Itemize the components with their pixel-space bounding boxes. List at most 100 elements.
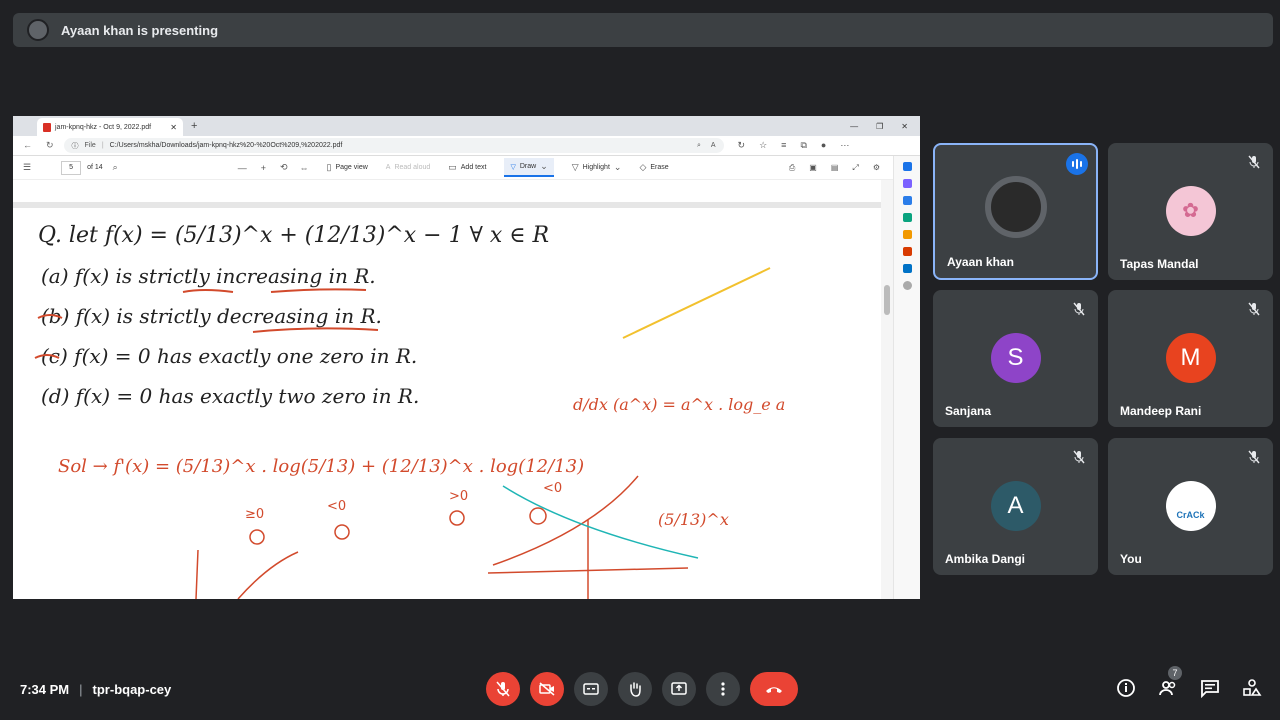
participant-name: Ayaan khan xyxy=(947,255,1014,269)
add-text-button[interactable]: ▭ Add text xyxy=(448,162,486,173)
avatar: ✿ xyxy=(1165,185,1216,236)
leave-call-button[interactable] xyxy=(750,672,798,706)
people-button[interactable]: 7 xyxy=(1158,666,1182,698)
read-aloud-button[interactable]: A Read aloud xyxy=(386,164,430,171)
url-field[interactable]: ⓘ File | C:/Users/mskha/Downloads/jam-kp… xyxy=(63,138,724,153)
save-as-icon[interactable]: ▤ xyxy=(831,163,839,173)
pdf-scrollbar[interactable] xyxy=(881,180,893,599)
page-number-input[interactable]: 5 xyxy=(61,160,82,175)
underline-strictly xyxy=(182,289,234,293)
read-aloud-icon: A xyxy=(385,164,391,171)
scrollbar-thumb[interactable] xyxy=(884,285,890,315)
copilot-icon[interactable] xyxy=(902,179,912,188)
outlook-icon[interactable] xyxy=(902,264,912,273)
rotate-icon[interactable]: ⟲ xyxy=(280,162,288,173)
participant-tile[interactable]: S Sanjana xyxy=(933,290,1098,427)
presenter-avatar xyxy=(27,19,49,41)
participant-tile[interactable]: ✿ Tapas Mandal xyxy=(1108,143,1273,280)
participant-name: Ambika Dangi xyxy=(945,552,1026,566)
minimize-icon[interactable]: — xyxy=(850,122,858,131)
browser-tab[interactable]: jam-kpnq-hkz - Oct 9, 2022.pdf ✕ xyxy=(37,118,183,136)
mic-off-icon xyxy=(1245,300,1263,318)
office-icon[interactable] xyxy=(902,247,912,256)
pdf-toolbar: ☰ 5 of 14 ⌕ — + ⟲ ⇔ ▯ Page view A Read alo… xyxy=(13,156,920,180)
more-options-button[interactable] xyxy=(706,672,740,706)
search-icon[interactable] xyxy=(902,162,912,171)
text-icon: ▭ xyxy=(448,162,457,172)
participant-name: You xyxy=(1120,552,1142,566)
mic-off-icon xyxy=(1245,448,1263,466)
fit-icon[interactable]: ⇔ xyxy=(300,163,309,173)
option-c: (c) f(x) = 0 has exactly one zero in R. xyxy=(41,344,417,368)
save-icon[interactable]: ▣ xyxy=(809,163,817,173)
info-icon xyxy=(1117,679,1135,697)
back-icon[interactable]: ← xyxy=(23,140,32,151)
participant-tile[interactable]: M Mandeep Rani xyxy=(1108,290,1273,427)
settings-icon[interactable]: ⚙ xyxy=(873,163,880,173)
contents-icon[interactable]: ☰ xyxy=(23,162,31,173)
favorites-icon[interactable]: ≡ xyxy=(781,140,786,151)
participant-tile[interactable]: CrACk You xyxy=(1108,438,1273,575)
derivative-rule: d/dx (a^x) = a^x . log_e a xyxy=(573,395,785,414)
tools-icon[interactable] xyxy=(902,213,912,222)
partial-sketch xyxy=(195,549,299,599)
presenter-text: Ayaan khan is presenting xyxy=(61,22,219,38)
sign-4: <0 xyxy=(543,481,562,496)
pen-icon: ▽ xyxy=(510,163,516,171)
print-icon[interactable]: ⎙ xyxy=(789,163,795,173)
participant-tile[interactable]: Ayaan khan xyxy=(933,143,1098,280)
collections-icon[interactable]: ⧉ xyxy=(800,140,806,151)
close-tab-icon[interactable]: ✕ xyxy=(170,123,177,132)
url-prefix: File xyxy=(84,142,96,149)
underline-decreasing xyxy=(252,327,379,333)
plus-circle xyxy=(249,529,265,545)
captions-button[interactable] xyxy=(574,672,608,706)
games-icon[interactable] xyxy=(902,230,912,239)
profile-icon[interactable]: ● xyxy=(821,140,826,151)
meeting-details-button[interactable] xyxy=(1116,678,1136,698)
minus-circle xyxy=(334,524,350,540)
browser-menu-icon[interactable]: ⋯ xyxy=(840,140,849,151)
draw-button[interactable]: ▽ Draw ⌄ xyxy=(504,158,554,177)
page-view-icon: ▯ xyxy=(326,162,332,172)
fullscreen-icon[interactable]: ⤢ xyxy=(852,163,858,173)
search-icon[interactable]: ⌕ xyxy=(113,162,118,173)
present-button[interactable] xyxy=(662,672,696,706)
graph-label: (5/13)^x xyxy=(658,510,729,529)
zoom-icon[interactable]: A xyxy=(711,142,716,150)
erase-button[interactable]: ◇ Erase xyxy=(639,162,668,173)
sign-3: >0 xyxy=(449,489,468,504)
close-window-icon[interactable]: ✕ xyxy=(901,122,908,131)
raise-hand-button[interactable] xyxy=(618,672,652,706)
meeting-time: 7:34 PM xyxy=(20,682,70,697)
maximize-icon[interactable]: ❐ xyxy=(876,122,883,131)
zoom-out-icon[interactable]: — xyxy=(238,163,247,173)
tag-icon[interactable] xyxy=(902,196,912,205)
chat-button[interactable] xyxy=(1200,678,1220,699)
favorite-icon[interactable]: ☆ xyxy=(759,140,767,151)
add-icon[interactable] xyxy=(902,281,912,290)
zoom-in-icon[interactable]: + xyxy=(261,163,266,173)
browser-sidebar xyxy=(893,156,920,599)
captions-icon xyxy=(583,683,599,695)
camera-toggle-button[interactable] xyxy=(530,672,564,706)
refresh-icon[interactable]: ↻ xyxy=(46,140,54,151)
browser-tab-bar: jam-kpnq-hkz - Oct 9, 2022.pdf ✕ + — ❐ ✕ xyxy=(13,116,920,136)
mic-off-icon xyxy=(1070,448,1088,466)
participant-count-badge: 7 xyxy=(1168,666,1182,680)
activities-button[interactable] xyxy=(1242,678,1262,698)
pdf-page[interactable]: Q. let f(x) = (5/13)^x + (12/13)^x − 1 ∀… xyxy=(13,180,881,599)
present-icon xyxy=(671,682,687,695)
avatar xyxy=(984,175,1047,238)
mic-toggle-button[interactable] xyxy=(486,672,520,706)
highlight-button[interactable]: ▽ Highlight ⌄ xyxy=(572,162,622,173)
presenter-bar: Ayaan khan is presenting xyxy=(13,13,1273,47)
raise-hand-icon xyxy=(630,682,641,697)
participant-tile[interactable]: A Ambika Dangi xyxy=(933,438,1098,575)
graph-increasing-curve xyxy=(492,475,639,566)
new-tab-icon[interactable]: + xyxy=(191,120,197,132)
sync-icon[interactable]: ↻ xyxy=(738,140,746,151)
avatar: A xyxy=(990,480,1041,531)
page-view-button[interactable]: ▯ Page view xyxy=(327,162,368,173)
search-icon[interactable]: ⌕ xyxy=(697,142,701,150)
